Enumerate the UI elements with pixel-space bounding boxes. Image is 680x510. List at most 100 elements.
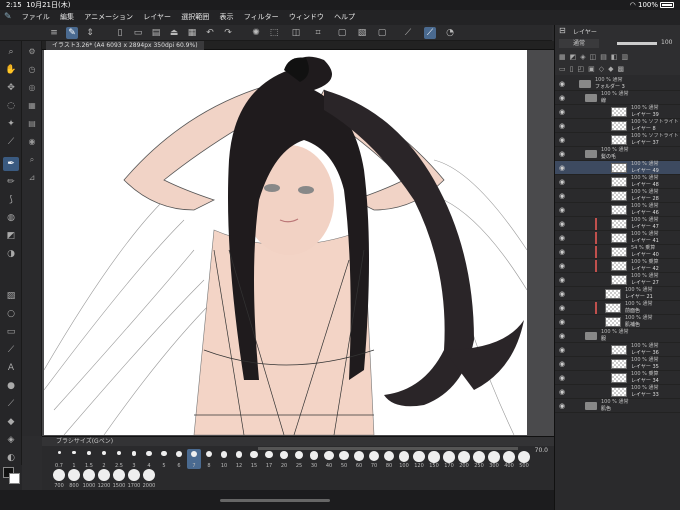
layer-row[interactable]: ◉ 100 % 通常 レイヤー 47	[555, 217, 680, 231]
transform-icon[interactable]: ⬚	[268, 27, 280, 39]
move-icon[interactable]: ✥	[3, 81, 19, 95]
brush-size-option[interactable]: 1	[67, 449, 81, 469]
save-icon[interactable]: ▤	[150, 27, 162, 39]
brush-size-option[interactable]: 400	[502, 449, 516, 469]
brush-size-option[interactable]: 8	[202, 449, 216, 469]
brush-size-option[interactable]: 7	[187, 449, 201, 469]
visibility-eye-icon[interactable]: ◉	[557, 331, 567, 341]
brush-size-option[interactable]: 170	[442, 449, 456, 469]
pen-icon[interactable]: ✒	[3, 157, 19, 171]
text-icon[interactable]: A	[3, 361, 19, 375]
layer-tools-icons[interactable]: ▭▯◰▣◇◆▩	[559, 65, 677, 75]
layer-folder-row[interactable]: ◉ 100 % 通常 肌色	[555, 399, 680, 413]
layer-row[interactable]: ◉ 100 % 通常 レイヤー 41	[555, 231, 680, 245]
visibility-eye-icon[interactable]: ◉	[557, 247, 567, 257]
brush-size-option[interactable]: 1.5	[82, 449, 96, 469]
layer-row[interactable]: ◉ 100 % ソフトライト レイヤー 37	[555, 133, 680, 147]
crop-icon[interactable]: ⌗	[312, 27, 324, 39]
folder-icon[interactable]	[585, 94, 597, 102]
document-tab[interactable]: イラスト3.26* (A4 6093 x 2894px 350dpi 60.9%…	[46, 41, 204, 50]
folder-icon[interactable]	[585, 402, 597, 410]
visibility-eye-icon[interactable]: ◉	[557, 79, 567, 89]
brush-size-option[interactable]: 5	[157, 449, 171, 469]
layer-folder-row[interactable]: ◉ 100 % 通常線	[555, 91, 680, 105]
stepper-icon[interactable]: ⇕	[84, 27, 96, 39]
visibility-eye-icon[interactable]: ◉	[557, 261, 567, 271]
layer-row[interactable]: ◉ 100 % 通常 レイヤー 49	[555, 161, 680, 175]
layer-row[interactable]: ◉ 100 % 通常 レイヤー 39	[555, 105, 680, 119]
brush-size-option[interactable]: 500	[517, 449, 531, 469]
subtool-color-icon[interactable]: ◉	[25, 135, 39, 149]
layer-row[interactable]: ◉ 100 % 通常 レイヤー 46	[555, 203, 680, 217]
frame-icon[interactable]: ▭	[3, 325, 19, 339]
brush-size-option[interactable]: 17	[262, 449, 276, 469]
visibility-eye-icon[interactable]: ◉	[557, 135, 567, 145]
fill-tool-icon[interactable]: ◩	[3, 229, 19, 243]
pencil-icon[interactable]: ✏	[3, 175, 19, 189]
menu-view[interactable]: 表示	[219, 10, 233, 25]
blend-mode-select[interactable]: 通常	[559, 39, 599, 48]
layer-row[interactable]: ◉ 100 % 通常 レイヤー 27	[555, 273, 680, 287]
pen-pressure-icon[interactable]: ⟋	[424, 27, 436, 39]
brush-size-option[interactable]: 30	[307, 449, 321, 469]
brush-size-option[interactable]: 60	[352, 449, 366, 469]
correct-line-icon[interactable]: ⟋	[3, 397, 19, 411]
brush-size-option[interactable]: 250	[472, 449, 486, 469]
visibility-eye-icon[interactable]: ◉	[557, 387, 567, 397]
ruler-tool-icon[interactable]: ⟋	[3, 343, 19, 357]
brush-size-option[interactable]: 3	[127, 449, 141, 469]
fill-icon[interactable]: ▧	[356, 27, 368, 39]
brush-size-option[interactable]: 4	[142, 449, 156, 469]
layer-options-icons[interactable]: ▦◩◈◫▤◧▥	[559, 53, 677, 63]
menu-filter[interactable]: フィルター	[244, 10, 279, 25]
opacity-slider[interactable]	[617, 42, 657, 45]
redo-icon[interactable]: ↷	[222, 27, 234, 39]
visibility-eye-icon[interactable]: ◉	[557, 121, 567, 131]
layer-row[interactable]: ◉ 100 % 通常 前面色	[555, 301, 680, 315]
invert-icon[interactable]: ▢	[336, 27, 348, 39]
open-file-icon[interactable]: ▭	[132, 27, 144, 39]
home-indicator[interactable]	[220, 499, 330, 502]
visibility-eye-icon[interactable]: ◉	[557, 345, 567, 355]
menu-file[interactable]: ファイル	[22, 10, 50, 25]
visibility-eye-icon[interactable]: ◉	[557, 205, 567, 215]
folder-icon[interactable]	[585, 150, 597, 158]
menu-help[interactable]: ヘルプ	[334, 10, 355, 25]
subtool-material-icon[interactable]: ▤	[25, 117, 39, 131]
color-swatches[interactable]	[0, 465, 22, 490]
visibility-eye-icon[interactable]: ◉	[557, 401, 567, 411]
brush-size-option[interactable]: 70	[367, 449, 381, 469]
brush-size-option[interactable]: 0.7	[52, 449, 66, 469]
brush-size-option[interactable]: 80	[382, 449, 396, 469]
brush-size-option[interactable]: 1700	[127, 469, 141, 489]
visibility-eye-icon[interactable]: ◉	[557, 93, 567, 103]
new-file-icon[interactable]: ▯	[114, 27, 126, 39]
layer-row[interactable]: ◉ 100 % 通常 レイヤー 36	[555, 343, 680, 357]
visibility-eye-icon[interactable]: ◉	[557, 275, 567, 285]
menu-animation[interactable]: アニメーション	[84, 10, 133, 25]
visibility-eye-icon[interactable]: ◉	[557, 191, 567, 201]
layer-row[interactable]: ◉ 100 % 通常 肌補色	[555, 315, 680, 329]
lasso-icon[interactable]: ◌	[3, 99, 19, 113]
layer-row[interactable]: ◉ 100 % 通常 レイヤー 35	[555, 357, 680, 371]
folder-icon[interactable]	[585, 332, 597, 340]
brush-size-option[interactable]: 700	[52, 469, 66, 489]
brush-size-option[interactable]: 2000	[142, 469, 156, 489]
brush-size-option[interactable]: 20	[277, 449, 291, 469]
hand-icon[interactable]: ✋	[3, 63, 19, 77]
menu-layer[interactable]: レイヤー	[143, 10, 171, 25]
bucket-icon[interactable]: ◈	[3, 433, 19, 447]
magic-wand-icon[interactable]: ✦	[3, 117, 19, 131]
menu-window[interactable]: ウィンドウ	[289, 10, 324, 25]
brush-size-option[interactable]: 40	[322, 449, 336, 469]
visibility-eye-icon[interactable]: ◉	[557, 107, 567, 117]
export-icon[interactable]: ⏏	[168, 27, 180, 39]
layer-row[interactable]: ◉ 100 % 通常 レイヤー 48	[555, 175, 680, 189]
brush-size-option[interactable]: 120	[412, 449, 426, 469]
subtool-layer-icon[interactable]: ▦	[25, 99, 39, 113]
layer-row[interactable]: ◉ 100 % 通常 レイヤー 21	[555, 287, 680, 301]
folder-icon[interactable]	[579, 80, 591, 88]
layer-row[interactable]: ◉ 100 % ソフトライト レイヤー 8	[555, 119, 680, 133]
brush-icon[interactable]: ⟆	[3, 193, 19, 207]
canvas-paper[interactable]	[44, 50, 527, 435]
